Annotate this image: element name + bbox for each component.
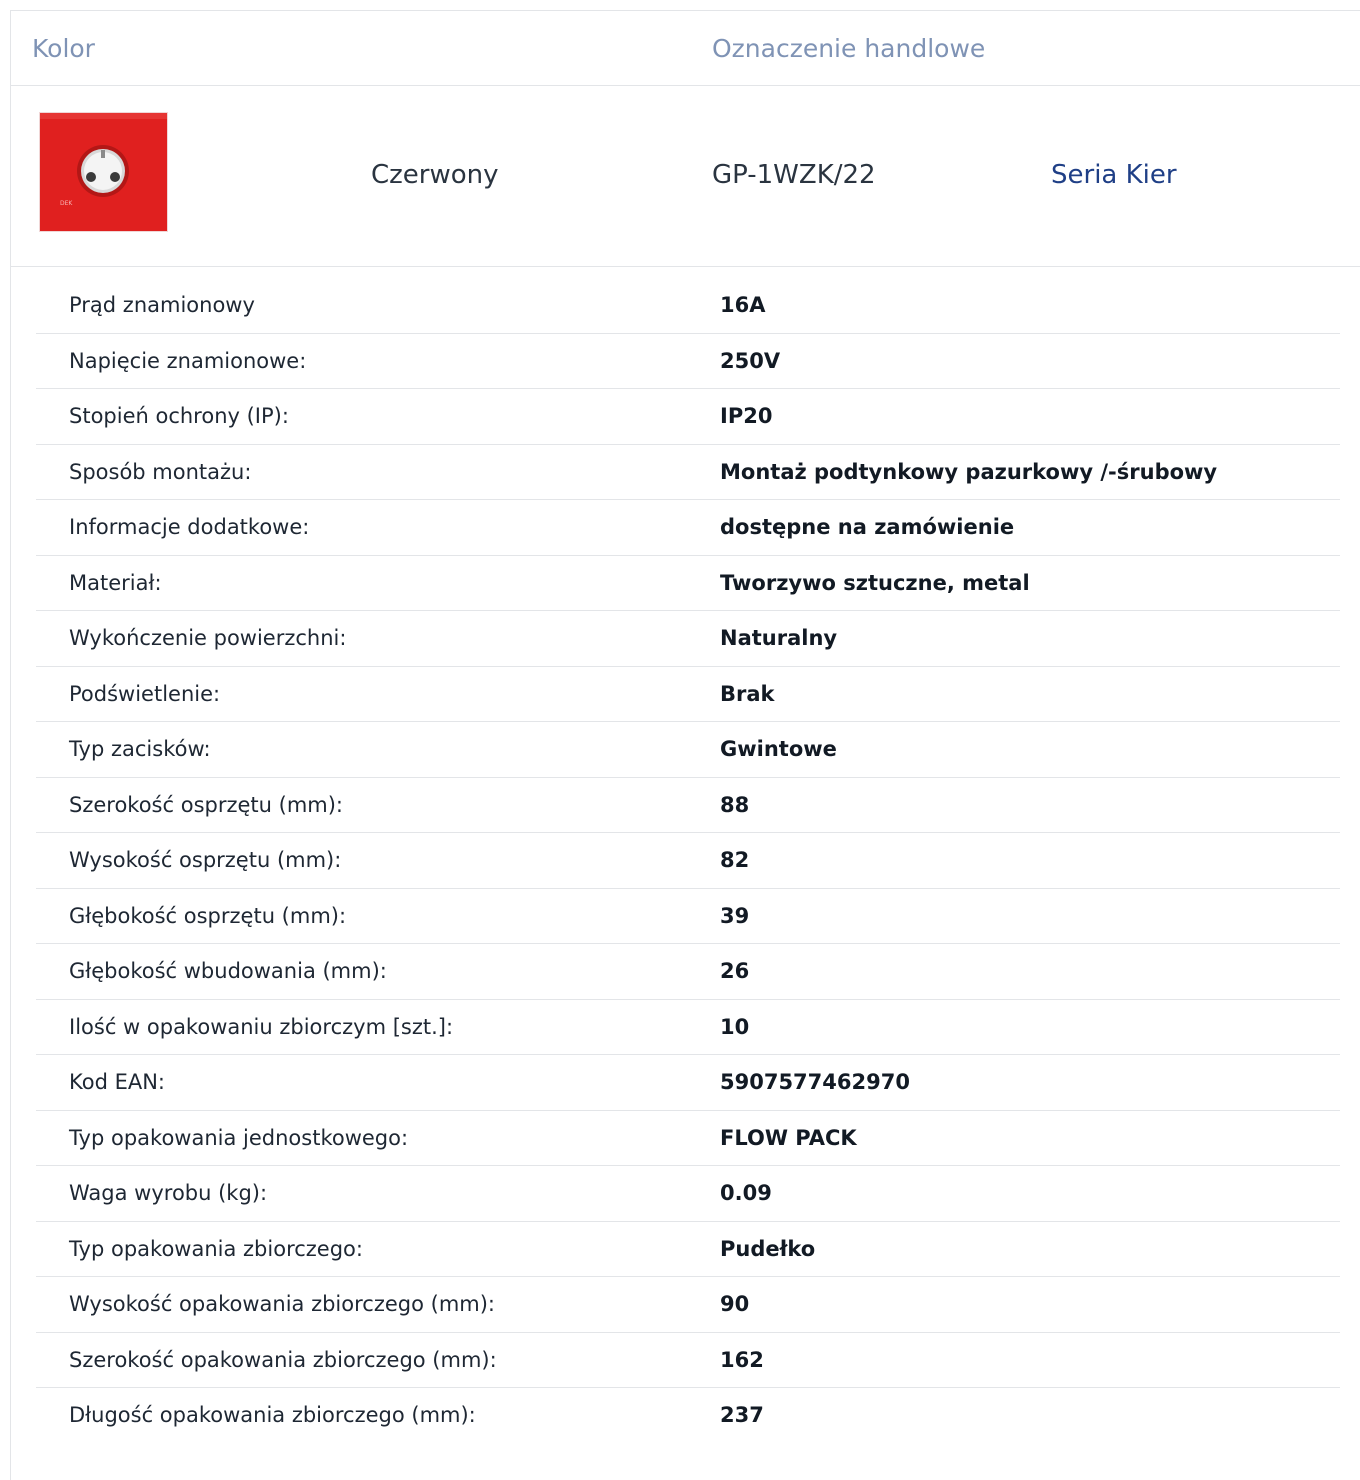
- spec-label: Głębokość osprzętu (mm):: [69, 903, 347, 928]
- spec-value: 88: [720, 792, 750, 817]
- spec-row: Szerokość osprzętu (mm): 88: [36, 778, 1340, 833]
- svg-text:DEK: DEK: [60, 200, 73, 207]
- spec-label: Waga wyrobu (kg):: [69, 1181, 268, 1205]
- spec-row: Prąd znamionowy 16A: [36, 278, 1340, 334]
- spec-label: Głębokość wbudowania (mm):: [69, 959, 387, 983]
- spec-value: Pudełko: [720, 1236, 816, 1261]
- spec-value: Naturalny: [720, 626, 838, 650]
- spec-row: Typ opakowania jednostkowego: FLOW PACK: [36, 1111, 1340, 1166]
- spec-row: Szerokość opakowania zbiorczego (mm): 162: [36, 1333, 1340, 1388]
- spec-row: Waga wyrobu (kg): 0.09: [36, 1166, 1340, 1222]
- spec-label: Szerokość osprzętu (mm):: [69, 792, 344, 817]
- spec-value: Gwintowe: [720, 737, 837, 761]
- spec-row: Głębokość osprzętu (mm): 39: [36, 889, 1340, 944]
- spec-label: Kod EAN:: [69, 1070, 165, 1094]
- spec-label: Stopień ochrony (IP):: [69, 404, 289, 428]
- spec-value: 82: [720, 848, 750, 872]
- spec-row: Kod EAN: 5907577462970: [36, 1055, 1340, 1111]
- spec-value: 90: [720, 1292, 750, 1316]
- spec-row: Stopień ochrony (IP): IP20: [36, 389, 1340, 445]
- spec-label: Napięcie znamionowe:: [69, 348, 307, 373]
- spec-label: Wysokość osprzętu (mm):: [69, 848, 342, 872]
- spec-row: Podświetlenie: Brak: [36, 667, 1340, 722]
- spec-row: Napięcie znamionowe: 250V: [36, 334, 1340, 389]
- column-header-color: Kolor: [32, 34, 95, 63]
- spec-label: Podświetlenie:: [69, 681, 221, 706]
- spec-value: 39: [720, 903, 750, 928]
- column-header-trade-name: Oznaczenie handlowe: [712, 34, 986, 63]
- spec-label: Informacje dodatkowe:: [69, 515, 310, 539]
- spec-row: Wykończenie powierzchni: Naturalny: [36, 611, 1340, 667]
- spec-label: Wykończenie powierzchni:: [69, 626, 347, 650]
- spec-row: Typ opakowania zbiorczego: Pudełko: [36, 1222, 1340, 1277]
- spec-label: Wysokość opakowania zbiorczego (mm):: [69, 1292, 495, 1316]
- spec-row: Typ zacisków: Gwintowe: [36, 722, 1340, 778]
- spec-label: Typ zacisków:: [69, 737, 211, 761]
- spec-label: Ilość w opakowaniu zbiorczym [szt.]:: [69, 1014, 454, 1039]
- spec-label: Sposób montażu:: [69, 459, 252, 484]
- spec-label: Typ opakowania zbiorczego:: [69, 1236, 363, 1261]
- spec-value: Tworzywo sztuczne, metal: [720, 570, 1030, 595]
- product-row: DEK Czerwony GP-1WZK/22 Seria Kier: [11, 86, 1360, 267]
- spec-value: 0.09: [720, 1181, 772, 1205]
- specifications-list: Prąd znamionowy 16A Napięcie znamionowe: 2…: [36, 278, 1340, 1444]
- spec-row: Wysokość osprzętu (mm): 82: [36, 833, 1340, 889]
- spec-value: IP20: [720, 404, 773, 428]
- spec-value: 250V: [720, 348, 781, 373]
- spec-value: 237: [720, 1403, 764, 1427]
- series-link[interactable]: Seria Kier: [1051, 160, 1177, 190]
- spec-value: 10: [720, 1014, 750, 1039]
- spec-row: Materiał: Tworzywo sztuczne, metal: [36, 556, 1340, 611]
- spec-value: 26: [720, 959, 750, 983]
- spec-label: Typ opakowania jednostkowego:: [69, 1125, 409, 1150]
- trade-code: GP-1WZK/22: [712, 160, 876, 190]
- product-thumbnail[interactable]: DEK: [39, 112, 168, 232]
- spec-value: dostępne na zamówienie: [720, 515, 1015, 539]
- spec-value: FLOW PACK: [720, 1125, 857, 1150]
- spec-row: Głębokość wbudowania (mm): 26: [36, 944, 1340, 1000]
- spec-value: Montaż podtynkowy pazurkowy /-śrubowy: [720, 459, 1218, 484]
- spec-label: Prąd znamionowy: [69, 293, 255, 317]
- spec-label: Długość opakowania zbiorczego (mm):: [69, 1403, 476, 1427]
- color-value: Czerwony: [371, 160, 499, 190]
- spec-value: Brak: [720, 681, 775, 706]
- spec-row: Wysokość opakowania zbiorczego (mm): 90: [36, 1277, 1340, 1333]
- spec-row: Długość opakowania zbiorczego (mm): 237: [36, 1388, 1340, 1444]
- spec-row: Informacje dodatkowe: dostępne na zamówie…: [36, 500, 1340, 556]
- spec-label: Szerokość opakowania zbiorczego (mm):: [69, 1347, 497, 1372]
- spec-value: 16A: [720, 293, 766, 317]
- spec-value: 162: [720, 1347, 764, 1372]
- red-socket-image: DEK: [40, 113, 167, 231]
- spec-label: Materiał:: [69, 570, 162, 595]
- spec-row: Sposób montażu: Montaż podtynkowy pazurko…: [36, 445, 1340, 500]
- spec-value: 5907577462970: [720, 1070, 910, 1094]
- spec-row: Ilość w opakowaniu zbiorczym [szt.]: 10: [36, 1000, 1340, 1055]
- table-header: Kolor Oznaczenie handlowe: [11, 11, 1360, 86]
